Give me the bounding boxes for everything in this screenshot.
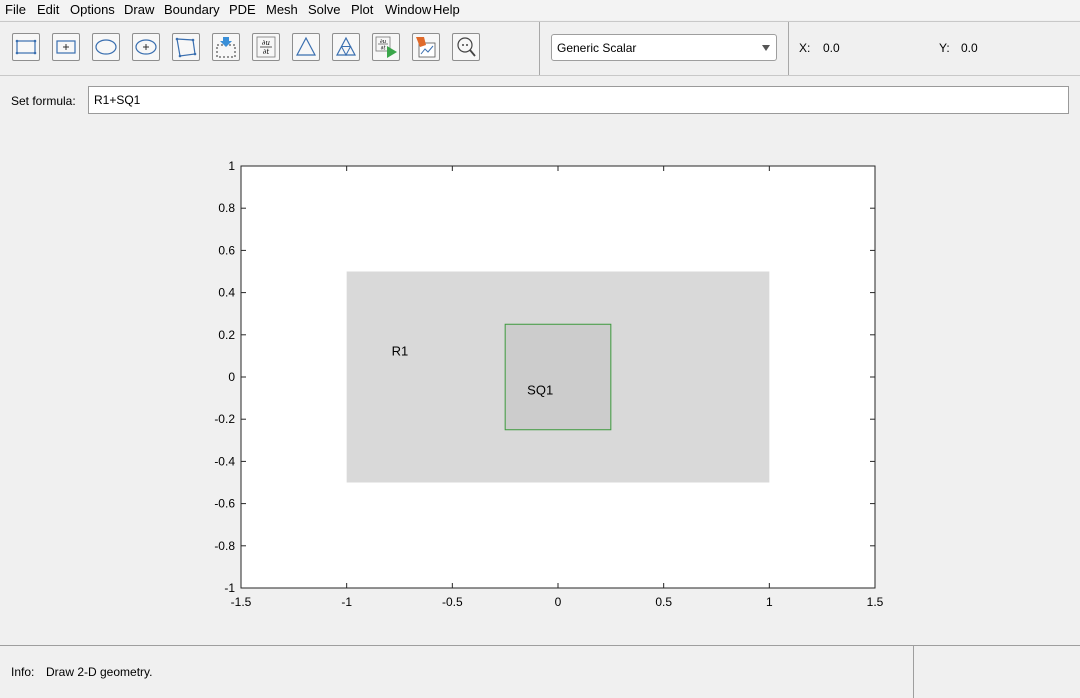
refined-triangle-icon — [336, 36, 356, 57]
geometry-axes[interactable]: R1SQ1-1.5 -1 -0.5 0 0.5 1 1.510.80.60.40.20-0.… — [0, 126, 1080, 645]
zoom-button[interactable] — [452, 33, 480, 61]
menu-mesh[interactable]: Mesh — [266, 2, 298, 18]
x-tick-label: 0.5 — [655, 595, 672, 609]
shape-label-r1: R1 — [392, 344, 409, 359]
y-tick-label: 1 — [228, 159, 235, 173]
menu-options[interactable]: Options — [70, 2, 115, 18]
y-tick-label: -1 — [224, 581, 235, 595]
x-tick-label: 1 — [766, 595, 773, 609]
y-tick-label: 0 — [228, 370, 235, 384]
ellipse-centered-icon — [135, 39, 157, 55]
info-panel: Info: Draw 2-D geometry. — [0, 646, 914, 698]
y-coord-value: 0.0 — [961, 41, 978, 55]
draw-ellipse-centered-button[interactable] — [132, 33, 160, 61]
partial-derivative-icon: ∂u ∂t — [256, 36, 276, 58]
x-coord-label: X: — [799, 41, 811, 55]
info-text: Draw 2-D geometry. — [46, 665, 153, 679]
menu-bar: File Edit Options Draw Boundary PDE Mesh… — [0, 0, 1080, 20]
info-bar: Info: Draw 2-D geometry. — [0, 645, 1080, 698]
refine-mesh-button[interactable] — [332, 33, 360, 61]
rectangle-icon — [15, 39, 37, 55]
ellipse-icon — [95, 39, 117, 55]
x-tick-label: 0 — [555, 595, 562, 609]
svg-text:∂t: ∂t — [263, 48, 270, 56]
boundary-arrow-icon — [216, 37, 236, 58]
geometry-shape-sq1[interactable] — [504, 323, 612, 431]
plot-solution-button[interactable] — [412, 33, 440, 61]
toolbar-divider — [539, 22, 540, 75]
menu-boundary[interactable]: Boundary — [164, 2, 220, 18]
rectangle-centered-icon — [56, 40, 76, 54]
set-formula-label: Set formula: — [11, 94, 76, 108]
menu-plot[interactable]: Plot — [351, 2, 373, 18]
application-mode-select[interactable]: Generic Scalar — [551, 34, 777, 61]
menu-edit[interactable]: Edit — [37, 2, 59, 18]
draw-rectangle-button[interactable] — [12, 33, 40, 61]
initialize-mesh-button[interactable] — [292, 33, 320, 61]
y-tick-label: 0.4 — [218, 286, 235, 300]
draw-polygon-button[interactable] — [172, 33, 200, 61]
y-tick-label: 0.2 — [218, 328, 235, 342]
solve-pde-button[interactable]: ∂u ∂t — [372, 33, 400, 61]
pde-specification-button[interactable]: ∂u ∂t — [252, 33, 280, 61]
boundary-mode-button[interactable] — [212, 33, 240, 61]
formula-bar: Set formula: — [0, 75, 1080, 127]
menu-window[interactable]: Window — [385, 2, 431, 18]
y-coord-label: Y: — [939, 41, 950, 55]
menu-pde[interactable]: PDE — [229, 2, 256, 18]
y-tick-label: -0.6 — [214, 497, 235, 511]
menu-file[interactable]: File — [5, 2, 26, 18]
plot-solution-icon — [416, 37, 436, 58]
y-tick-label: -0.4 — [214, 454, 235, 468]
x-tick-label: -0.5 — [442, 595, 463, 609]
draw-rectangle-centered-button[interactable] — [52, 33, 80, 61]
y-tick-label: -0.2 — [214, 412, 235, 426]
chevron-down-icon — [762, 45, 770, 51]
y-tick-label: 0.6 — [218, 243, 235, 257]
menu-help[interactable]: Help — [433, 2, 460, 18]
draw-ellipse-button[interactable] — [92, 33, 120, 61]
polygon-icon — [175, 37, 197, 58]
menu-solve[interactable]: Solve — [308, 2, 341, 18]
set-formula-input[interactable] — [88, 86, 1069, 114]
solve-play-icon: ∂u ∂t — [375, 36, 397, 58]
x-tick-label: 1.5 — [867, 595, 884, 609]
menu-draw[interactable]: Draw — [124, 2, 154, 18]
toolbar: ∂u ∂t ∂u ∂t Generic Scalar X: 0.0 Y: 0.0 — [0, 21, 1080, 76]
shape-label-sq1: SQ1 — [527, 382, 553, 397]
y-tick-label: 0.8 — [218, 201, 235, 215]
geometry-canvas-area: R1 SQ1 -1.5 -1 -0.5 0 0.5 1 1.5 1 0.8 0.6 0.4 0.2 0 -0.… — [0, 126, 1080, 645]
y-tick-label: -0.8 — [214, 539, 235, 553]
svg-text:∂u: ∂u — [262, 39, 271, 47]
application-mode-value: Generic Scalar — [557, 41, 637, 55]
svg-text:∂t: ∂t — [380, 46, 386, 52]
info-label: Info: — [11, 665, 35, 679]
toolbar-divider — [788, 22, 789, 75]
x-coord-value: 0.0 — [823, 41, 840, 55]
triangle-icon — [296, 36, 316, 56]
x-tick-label: -1.5 — [231, 595, 252, 609]
zoom-icon — [457, 37, 476, 57]
x-tick-label: -1 — [341, 595, 352, 609]
